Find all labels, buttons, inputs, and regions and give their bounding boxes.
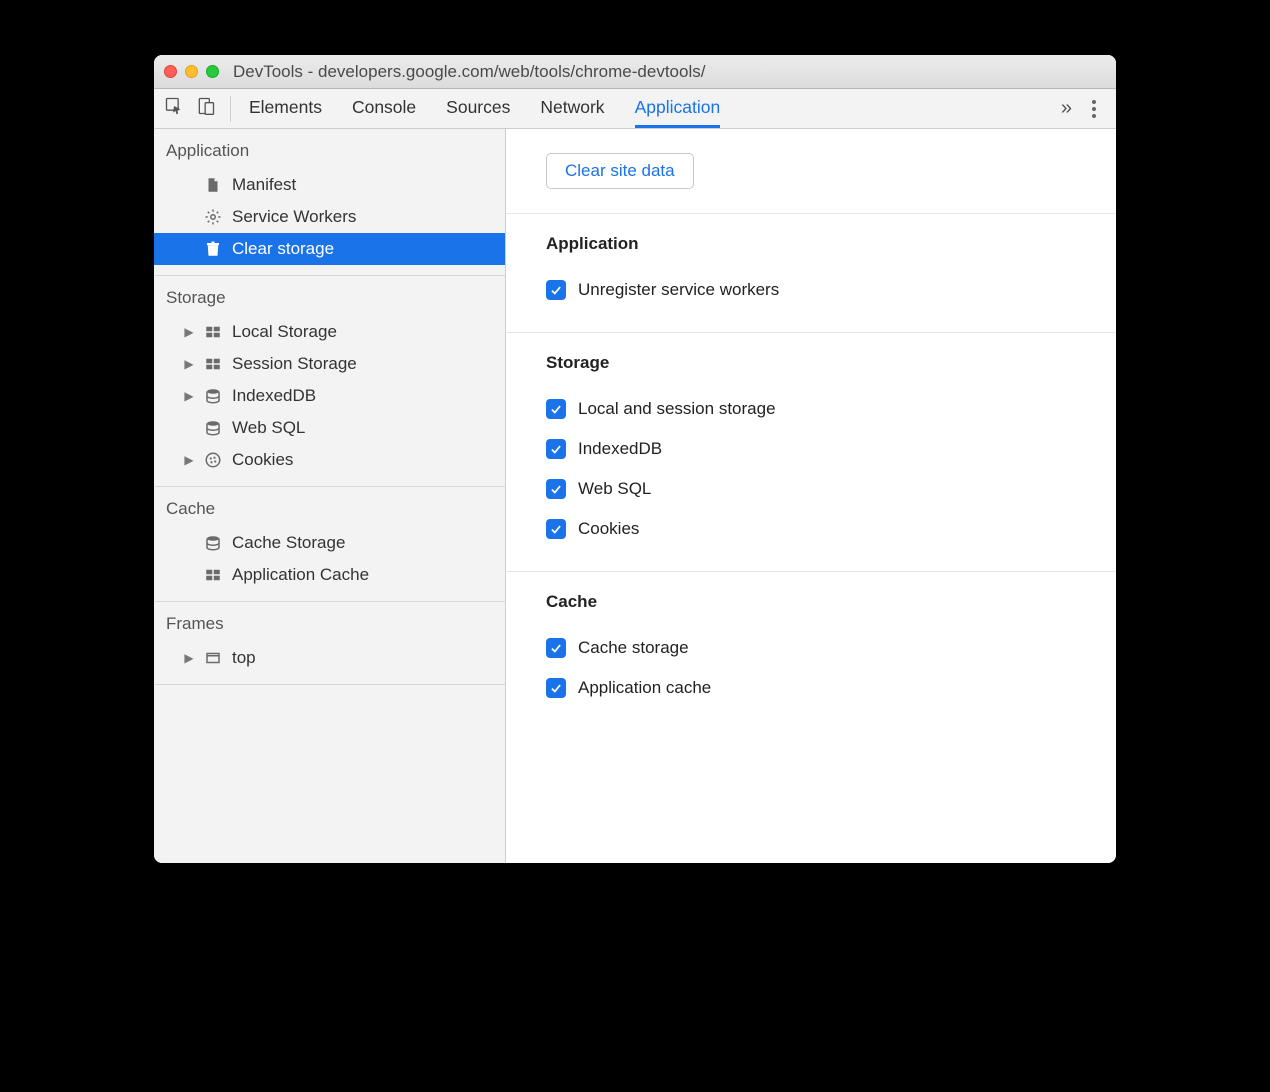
sidebar-group-cache: Cache: [154, 487, 505, 527]
checkbox-label: Cache storage: [578, 638, 689, 658]
checkbox-label: Unregister service workers: [578, 280, 779, 300]
clear-storage-content: Clear site data Application Unregister ser…: [506, 129, 1116, 863]
disclosure-triangle-icon[interactable]: ▶: [184, 453, 194, 467]
trash-icon: [204, 240, 222, 258]
sidebar-item-label: Web SQL: [232, 418, 305, 438]
sidebar-item-label: Local Storage: [232, 322, 337, 342]
checkbox[interactable]: [546, 439, 566, 459]
sidebar-item-label: top: [232, 648, 256, 668]
sidebar-group-storage: Storage: [154, 276, 505, 316]
disclosure-triangle-icon[interactable]: ▶: [184, 389, 194, 403]
devtools-window: DevTools - developers.google.com/web/too…: [154, 55, 1116, 863]
section-title: Storage: [546, 353, 1076, 373]
checkbox[interactable]: [546, 479, 566, 499]
checkbox[interactable]: [546, 678, 566, 698]
checkbox-label: Application cache: [578, 678, 711, 698]
checkbox-row-web-sql: Web SQL: [546, 469, 1076, 509]
devtools-tabbar: Elements Console Sources Network Application…: [154, 89, 1116, 129]
file-icon: [204, 176, 222, 194]
gear-icon: [204, 208, 222, 226]
checkbox-label: Web SQL: [578, 479, 651, 499]
tab-elements[interactable]: Elements: [249, 89, 322, 128]
table-icon: [204, 566, 222, 584]
database-icon: [204, 387, 222, 405]
section-storage: Storage Local and session storage IndexedD…: [506, 333, 1116, 572]
minimize-window-button[interactable]: [185, 65, 198, 78]
section-application: Application Unregister service workers: [506, 214, 1116, 333]
section-cache: Cache Cache storage Application cache: [506, 572, 1116, 730]
sidebar-item-application-cache[interactable]: ▶Application Cache: [154, 559, 505, 591]
sidebar-group-application: Application: [154, 129, 505, 169]
sidebar-item-clear-storage[interactable]: ▶Clear storage: [154, 233, 505, 265]
panel-tabs: Elements Console Sources Network Application: [249, 89, 1051, 128]
panel-body: Application▶Manifest▶Service Workers▶Cle…: [154, 129, 1116, 863]
sidebar-item-indexeddb[interactable]: ▶ IndexedDB: [154, 380, 505, 412]
sidebar-item-cache-storage[interactable]: ▶Cache Storage: [154, 527, 505, 559]
toolbar-icons: [164, 96, 231, 122]
cookie-icon: [204, 451, 222, 469]
sidebar-item-local-storage[interactable]: ▶ Local Storage: [154, 316, 505, 348]
inspect-icon[interactable]: [164, 96, 184, 121]
disclosure-triangle-icon[interactable]: ▶: [184, 651, 194, 665]
sidebar-group-frames: Frames: [154, 602, 505, 642]
traffic-lights: [164, 65, 219, 78]
window-title: DevTools - developers.google.com/web/too…: [233, 62, 705, 82]
checkbox-row-indexeddb: IndexedDB: [546, 429, 1076, 469]
database-icon: [204, 534, 222, 552]
sidebar-item-web-sql[interactable]: ▶Web SQL: [154, 412, 505, 444]
sidebar-item-label: IndexedDB: [232, 386, 316, 406]
titlebar: DevTools - developers.google.com/web/too…: [154, 55, 1116, 89]
sidebar-item-label: Cookies: [232, 450, 293, 470]
checkbox[interactable]: [546, 638, 566, 658]
sidebar-item-label: Service Workers: [232, 207, 356, 227]
sidebar-item-session-storage[interactable]: ▶ Session Storage: [154, 348, 505, 380]
sidebar-item-label: Application Cache: [232, 565, 369, 585]
sidebar-item-manifest[interactable]: ▶Manifest: [154, 169, 505, 201]
checkbox-row-application-cache: Application cache: [546, 668, 1076, 708]
checkbox-label: IndexedDB: [578, 439, 662, 459]
clear-site-data-button[interactable]: Clear site data: [546, 153, 694, 189]
section-title: Application: [546, 234, 1076, 254]
tab-console[interactable]: Console: [352, 89, 416, 128]
sidebar-item-label: Manifest: [232, 175, 296, 195]
checkbox-row-local-and-session-storage: Local and session storage: [546, 389, 1076, 429]
close-window-button[interactable]: [164, 65, 177, 78]
table-icon: [204, 355, 222, 373]
checkbox[interactable]: [546, 280, 566, 300]
checkbox-row-cookies: Cookies: [546, 509, 1076, 549]
tab-sources[interactable]: Sources: [446, 89, 510, 128]
tab-application[interactable]: Application: [635, 89, 721, 128]
sidebar-item-service-workers[interactable]: ▶Service Workers: [154, 201, 505, 233]
checkbox[interactable]: [546, 399, 566, 419]
checkbox-row-unregister-service-workers: Unregister service workers: [546, 270, 1076, 310]
sidebar-item-label: Cache Storage: [232, 533, 345, 553]
sidebar-item-label: Session Storage: [232, 354, 357, 374]
sidebar-item-label: Clear storage: [232, 239, 334, 259]
checkbox[interactable]: [546, 519, 566, 539]
disclosure-triangle-icon[interactable]: ▶: [184, 357, 194, 371]
database-icon: [204, 419, 222, 437]
more-tabs-icon[interactable]: »: [1051, 97, 1082, 120]
frame-icon: [204, 649, 222, 667]
table-icon: [204, 323, 222, 341]
section-title: Cache: [546, 592, 1076, 612]
kebab-menu-icon[interactable]: [1082, 97, 1106, 121]
checkbox-row-cache-storage: Cache storage: [546, 628, 1076, 668]
zoom-window-button[interactable]: [206, 65, 219, 78]
application-sidebar: Application▶Manifest▶Service Workers▶Cle…: [154, 129, 506, 863]
tab-network[interactable]: Network: [540, 89, 604, 128]
sidebar-item-cookies[interactable]: ▶ Cookies: [154, 444, 505, 476]
checkbox-label: Local and session storage: [578, 399, 776, 419]
device-toggle-icon[interactable]: [196, 96, 216, 121]
checkbox-label: Cookies: [578, 519, 639, 539]
disclosure-triangle-icon[interactable]: ▶: [184, 325, 194, 339]
sidebar-item-top[interactable]: ▶ top: [154, 642, 505, 674]
